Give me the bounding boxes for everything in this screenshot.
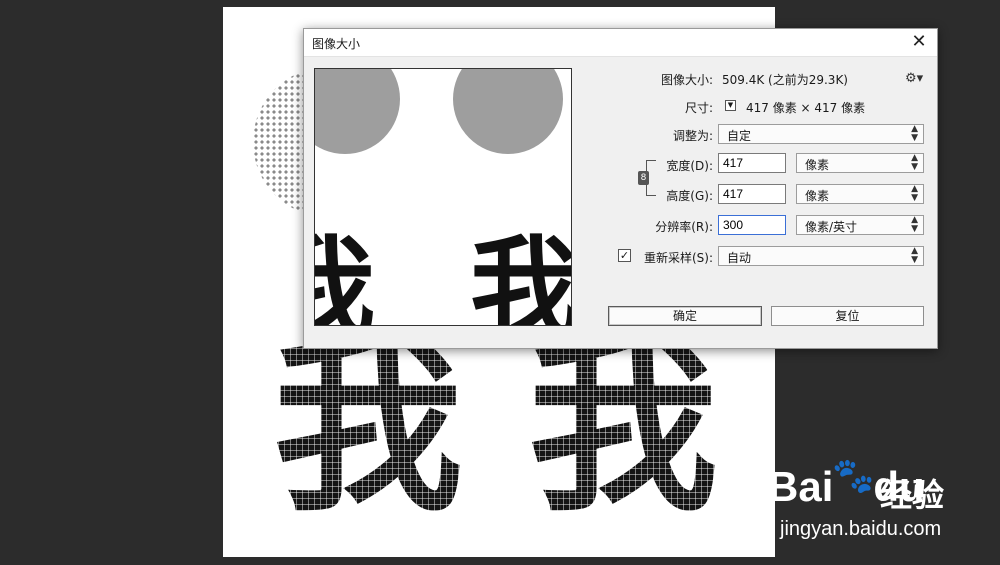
resample-label: 重新采样(S): — [643, 251, 713, 265]
preview-circle-right — [453, 69, 563, 154]
image-size-dialog: 图像大小 ✕ 我 我 图像大小: 509.4K (之前为29.3K) ⚙▾ 尺寸… — [303, 28, 938, 349]
select-arrow-icon: ▲ ▼ — [911, 124, 918, 143]
resolution-unit-select[interactable]: 像素/英寸 ▲ ▼ — [796, 215, 924, 235]
dimensions-label: 尺寸: — [684, 101, 713, 115]
preview-pane[interactable]: 我 我 — [314, 68, 572, 326]
width-unit-select[interactable]: 像素 ▲ ▼ — [796, 153, 924, 173]
watermark-name: 经验 — [880, 476, 945, 514]
width-unit-value: 像素 — [805, 158, 830, 172]
width-input[interactable] — [718, 153, 786, 173]
image-size-label: 图像大小: — [660, 73, 713, 87]
resolution-input[interactable] — [718, 215, 786, 235]
preview-character-left: 我 — [315, 234, 375, 325]
canvas-character-right: 我 — [528, 316, 719, 537]
fit-to-select[interactable]: 自定 ▲ ▼ — [718, 124, 924, 144]
fit-to-label: 调整为: — [672, 129, 713, 143]
resolution-unit-value: 像素/英寸 — [805, 220, 858, 234]
ok-button[interactable]: 确定 — [608, 306, 762, 326]
resample-checkbox[interactable]: ✓ — [618, 249, 631, 262]
fit-to-value: 自定 — [727, 129, 752, 143]
image-size-value: 509.4K (之前为29.3K) — [722, 73, 848, 87]
height-unit-select[interactable]: 像素 ▲ ▼ — [796, 184, 924, 204]
resample-value: 自动 — [727, 251, 752, 265]
height-label: 高度(G): — [666, 189, 713, 203]
gear-icon[interactable]: ⚙▾ — [905, 71, 923, 86]
reset-button[interactable]: 复位 — [771, 306, 924, 326]
dialog-titlebar[interactable]: 图像大小 ✕ — [304, 29, 937, 57]
select-arrow-icon: ▲ ▼ — [911, 153, 918, 172]
preview-character-right: 我 — [470, 225, 572, 326]
dimensions-value: 417 像素 × 417 像素 — [746, 101, 866, 115]
select-arrow-icon: ▲ ▼ — [911, 184, 918, 203]
dropdown-arrow-icon[interactable]: ▼ — [725, 100, 736, 111]
watermark-url: jingyan.baidu.com — [780, 518, 942, 540]
dialog-title: 图像大小 — [312, 37, 361, 51]
close-icon[interactable]: ✕ — [905, 31, 933, 53]
canvas-character-left: 我 — [273, 316, 464, 537]
resolution-label: 分辨率(R): — [655, 220, 713, 234]
preview-circle-left — [315, 69, 400, 154]
resample-select[interactable]: 自动 ▲ ▼ — [718, 246, 924, 266]
checkmark-icon: ✓ — [619, 249, 630, 262]
select-arrow-icon: ▲ ▼ — [911, 246, 918, 265]
width-label: 宽度(D): — [666, 159, 713, 173]
height-input[interactable] — [718, 184, 786, 204]
link-bracket-bottom — [646, 182, 656, 196]
select-arrow-icon: ▲ ▼ — [911, 215, 918, 234]
height-unit-value: 像素 — [805, 189, 830, 203]
